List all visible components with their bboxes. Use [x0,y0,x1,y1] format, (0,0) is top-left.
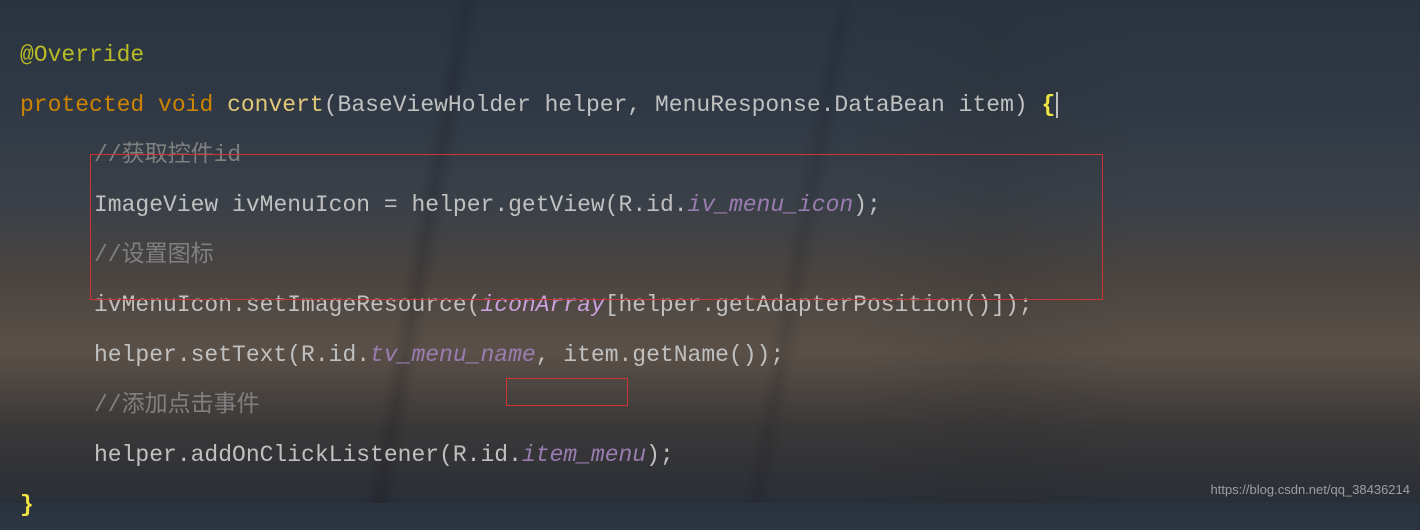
keyword-protected: protected [20,92,144,118]
type-imageview: ImageView [94,192,218,218]
assign-op: = [370,192,411,218]
text-cursor [1056,92,1058,118]
code-line-9: helper.addOnClickListener(R.id.item_menu… [20,430,1400,480]
resource-ref-2: tv_menu_name [370,342,536,368]
param-type-2: MenuResponse.DataBean [655,92,945,118]
method-name: convert [227,92,324,118]
watermark-text: https://blog.csdn.net/qq_38436214 [1211,482,1411,497]
call-setimageresource: ivMenuIcon.setImageResource( [94,292,480,318]
line9-end: ); [646,442,674,468]
field-iconarray: iconArray [480,292,604,318]
comma: , [627,92,655,118]
code-line-signature: protected void convert(BaseViewHolder he… [20,80,1400,130]
call-getview: helper.getView(R.id. [412,192,688,218]
code-editor[interactable]: @Override protected void convert(BaseVie… [0,0,1420,530]
resource-ref-3: item_menu [522,442,646,468]
paren-close: ) [1014,92,1042,118]
code-line-comment-2: //设置图标 [20,230,1400,280]
code-line-annotation: @Override [20,30,1400,80]
comment-text: //设置图标 [94,242,214,268]
code-line-4: ImageView ivMenuIcon = helper.getView(R.… [20,180,1400,230]
code-line-close-brace: } [20,480,1400,530]
code-line-comment-1: //获取控件id [20,130,1400,180]
line4-end: ); [853,192,881,218]
param-name-1: helper [545,92,628,118]
open-brace: { [1042,92,1056,118]
param-name-2: item [959,92,1014,118]
call-getname: , item.getName()); [536,342,784,368]
resource-ref-1: iv_menu_icon [688,192,854,218]
code-line-comment-3: //添加点击事件 [20,380,1400,430]
comment-text: //获取控件id [94,142,241,168]
var-ivmenuicon: ivMenuIcon [232,192,370,218]
code-line-6: ivMenuIcon.setImageResource(iconArray[he… [20,280,1400,330]
param-type-1: BaseViewHolder [338,92,531,118]
paren-open: ( [324,92,338,118]
comment-text: //添加点击事件 [94,392,260,418]
call-getadapterposition: [helper.getAdapterPosition()]); [605,292,1033,318]
override-annotation: @Override [20,42,144,68]
call-settext: helper.setText(R.id. [94,342,370,368]
keyword-void: void [158,92,213,118]
code-line-7: helper.setText(R.id.tv_menu_name, item.g… [20,330,1400,380]
close-brace: } [20,492,34,518]
call-addonclicklistener: helper.addOnClickListener(R.id. [94,442,522,468]
